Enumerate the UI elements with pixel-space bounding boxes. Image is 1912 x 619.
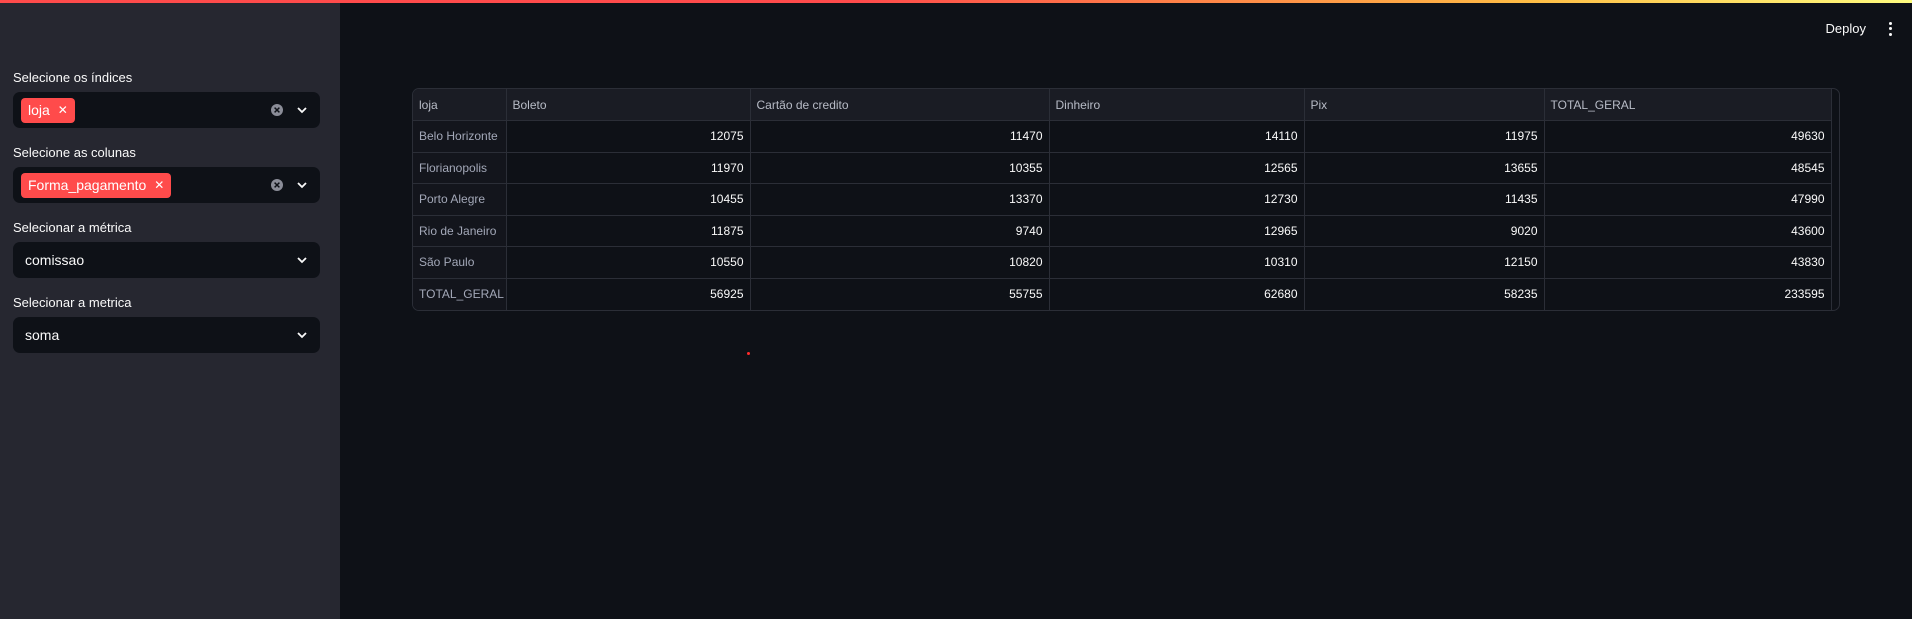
column-header[interactable]: TOTAL_GERAL: [1544, 89, 1832, 121]
table-cell[interactable]: 43830: [1544, 246, 1832, 279]
chip-forma-pagamento: Forma_pagamento ✕: [21, 172, 172, 198]
table-cell[interactable]: 56925: [506, 278, 751, 310]
columns-multiselect[interactable]: Forma_pagamento ✕: [13, 167, 320, 203]
cursor-dot: [747, 352, 750, 355]
deploy-button[interactable]: Deploy: [1822, 19, 1870, 38]
table-cell[interactable]: 10455: [506, 183, 751, 216]
chip-remove-icon[interactable]: ✕: [154, 179, 164, 191]
aggregation-selected-value: soma: [25, 327, 60, 343]
table-cell[interactable]: 12150: [1304, 246, 1545, 279]
table-cell[interactable]: 11975: [1304, 120, 1545, 153]
indices-field: Selecione os índices loja ✕: [13, 70, 327, 128]
column-header[interactable]: Boleto: [506, 89, 751, 121]
vertical-dots-icon[interactable]: [1888, 21, 1892, 36]
table-row: TOTAL_GERAL 56925 55755 62680 58235 2335…: [413, 278, 1832, 310]
table-cell[interactable]: 11470: [750, 120, 1050, 153]
table-cell[interactable]: 10355: [750, 152, 1050, 184]
indices-multiselect[interactable]: loja ✕: [13, 92, 320, 128]
table-cell[interactable]: 10820: [750, 246, 1050, 279]
table-cell[interactable]: 12565: [1049, 152, 1305, 184]
sidebar: Selecione os índices loja ✕ Selecione as…: [0, 0, 340, 619]
table-cell[interactable]: 12730: [1049, 183, 1305, 216]
row-index-cell[interactable]: São Paulo: [413, 246, 507, 279]
table-cell[interactable]: 58235: [1304, 278, 1545, 310]
table-row: Florianopolis 11970 10355 12565 13655 48…: [413, 152, 1832, 184]
table-cell[interactable]: 10550: [506, 246, 751, 279]
table-cell[interactable]: 47990: [1544, 183, 1832, 216]
table-cell[interactable]: 10310: [1049, 246, 1305, 279]
chevron-down-icon[interactable]: [296, 104, 308, 116]
header-actions: Deploy: [1822, 19, 1892, 38]
aggregation-label: Selecionar a metrica: [13, 295, 132, 310]
pivot-table: loja Boleto Cartão de credito Dinheiro P…: [412, 88, 1840, 311]
aggregation-select[interactable]: soma: [13, 317, 320, 353]
table-cell[interactable]: 62680: [1049, 278, 1305, 310]
chip-remove-icon[interactable]: ✕: [58, 104, 68, 116]
table-cell[interactable]: 13370: [750, 183, 1050, 216]
table-cell[interactable]: 48545: [1544, 152, 1832, 184]
table-header-row: loja Boleto Cartão de credito Dinheiro P…: [413, 89, 1832, 121]
table-cell[interactable]: 12965: [1049, 215, 1305, 247]
column-header[interactable]: Dinheiro: [1049, 89, 1305, 121]
table-cell[interactable]: 9020: [1304, 215, 1545, 247]
table-cell[interactable]: 233595: [1544, 278, 1832, 310]
table-cell[interactable]: 11970: [506, 152, 751, 184]
column-header[interactable]: Pix: [1304, 89, 1545, 121]
columns-label: Selecione as colunas: [13, 145, 136, 160]
table-row: São Paulo 10550 10820 10310 12150 43830: [413, 246, 1832, 279]
columns-field: Selecione as colunas Forma_pagamento ✕: [13, 145, 327, 203]
row-index-cell[interactable]: TOTAL_GERAL: [413, 278, 507, 310]
table-row: Porto Alegre 10455 13370 12730 11435 479…: [413, 183, 1832, 216]
row-index-cell[interactable]: Florianopolis: [413, 152, 507, 184]
table-cell[interactable]: 49630: [1544, 120, 1832, 153]
chevron-down-icon[interactable]: [296, 254, 308, 266]
chip-label: Forma_pagamento: [28, 177, 147, 193]
row-index-cell[interactable]: Rio de Janeiro: [413, 215, 507, 247]
chip-label: loja: [28, 102, 50, 118]
table-cell[interactable]: 55755: [750, 278, 1050, 310]
table-cell[interactable]: 11435: [1304, 183, 1545, 216]
metric-select[interactable]: comissao: [13, 242, 320, 278]
clear-icon[interactable]: [270, 103, 284, 117]
metric-label: Selecionar a métrica: [13, 220, 132, 235]
metric-selected-value: comissao: [25, 252, 85, 268]
indices-label: Selecione os índices: [13, 70, 133, 85]
table-cell[interactable]: 43600: [1544, 215, 1832, 247]
clear-icon[interactable]: [270, 178, 284, 192]
row-index-cell[interactable]: Belo Horizonte: [413, 120, 507, 153]
row-index-cell[interactable]: Porto Alegre: [413, 183, 507, 216]
chip-loja: loja ✕: [21, 97, 75, 123]
column-header[interactable]: Cartão de credito: [750, 89, 1050, 121]
table-cell[interactable]: 9740: [750, 215, 1050, 247]
chevron-down-icon[interactable]: [296, 179, 308, 191]
table-cell[interactable]: 13655: [1304, 152, 1545, 184]
metric-field: Selecionar a métrica comissao: [13, 220, 327, 278]
chevron-down-icon[interactable]: [296, 329, 308, 341]
table-row: Rio de Janeiro 11875 9740 12965 9020 436…: [413, 215, 1832, 247]
top-decoration-bar: [0, 0, 1912, 3]
column-header[interactable]: loja: [413, 89, 507, 121]
table-cell[interactable]: 11875: [506, 215, 751, 247]
table-row: Belo Horizonte 12075 11470 14110 11975 4…: [413, 120, 1832, 153]
aggregation-field: Selecionar a metrica soma: [13, 295, 327, 353]
table-cell[interactable]: 12075: [506, 120, 751, 153]
table-cell[interactable]: 14110: [1049, 120, 1305, 153]
